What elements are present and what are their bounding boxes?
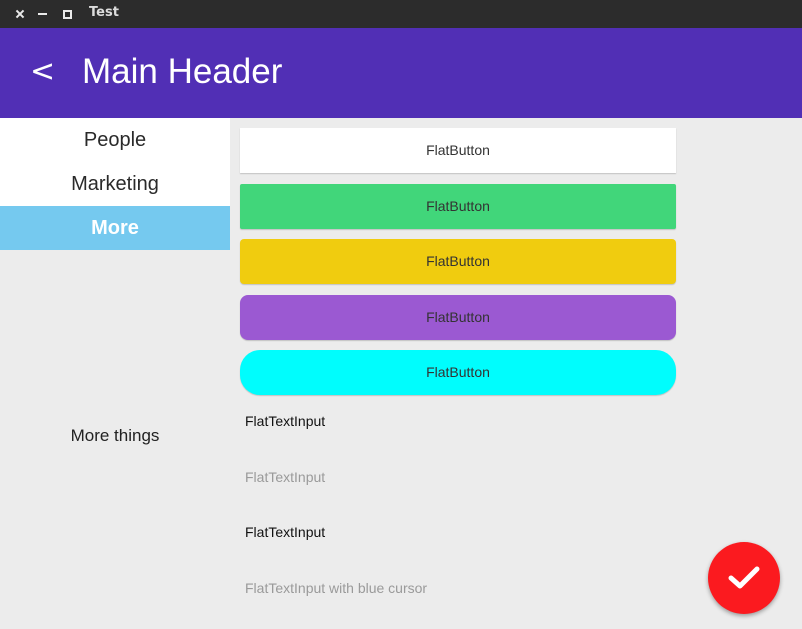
sidebar-item-marketing[interactable]: Marketing (0, 162, 230, 206)
sidebar-item-people[interactable]: People (0, 118, 230, 162)
window-title: Test (89, 5, 119, 20)
confirm-fab-button[interactable] (708, 542, 780, 614)
checkmark-icon (728, 566, 760, 589)
flat-button-yellow[interactable]: FlatButton (240, 239, 676, 284)
text-input-blue-cursor[interactable]: FlatTextInput with blue cursor (245, 577, 675, 599)
maximize-icon[interactable] (60, 5, 76, 23)
app-header: < Main Header (0, 28, 802, 118)
close-icon[interactable] (13, 5, 29, 23)
minimize-icon[interactable] (36, 5, 52, 23)
text-input-2[interactable]: FlatTextInput (245, 466, 675, 488)
more-things-label: More things (70, 426, 160, 445)
flat-button-purple[interactable]: FlatButton (240, 295, 676, 340)
sidebar-item-more[interactable]: More (0, 206, 230, 250)
flat-button-cyan[interactable]: FlatButton (240, 350, 676, 395)
flat-button-green[interactable]: FlatButton (240, 184, 676, 229)
page-title: Main Header (82, 52, 283, 91)
sidebar: People Marketing More More things (0, 118, 230, 629)
window-titlebar: Test (0, 0, 802, 28)
flat-button-white[interactable]: FlatButton (240, 128, 676, 173)
text-input-3[interactable]: FlatTextInput (245, 521, 675, 543)
back-button[interactable]: < (30, 54, 55, 90)
text-input-1[interactable]: FlatTextInput (245, 410, 675, 432)
